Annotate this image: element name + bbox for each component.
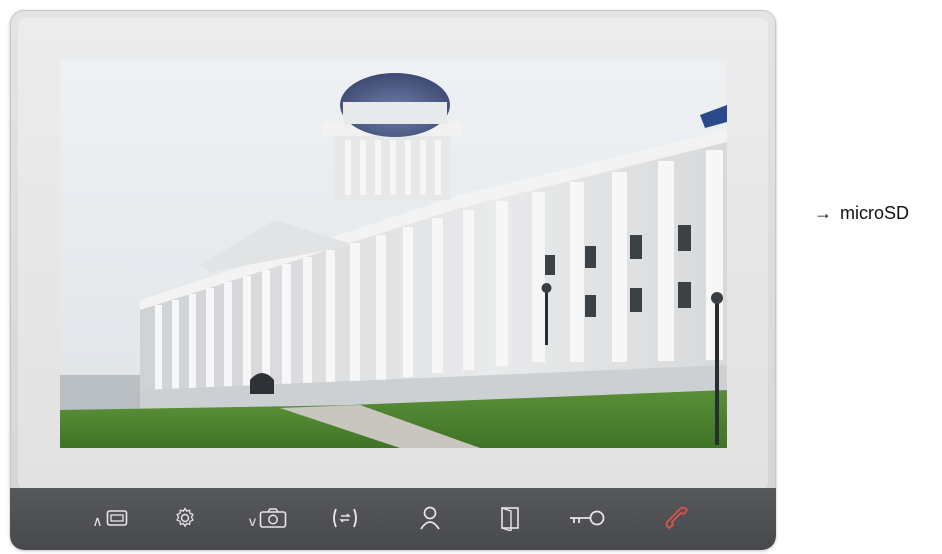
person-icon — [420, 506, 440, 530]
monitor-up-button[interactable]: ∧ — [88, 502, 132, 534]
camera-feed-screen — [60, 60, 727, 448]
gear-icon — [176, 507, 194, 528]
caret-down-label: v — [249, 513, 256, 529]
microsd-text: microSD — [840, 203, 910, 223]
camera-icon — [259, 508, 287, 528]
caret-up-label: ∧ — [92, 512, 103, 529]
key-icon — [570, 510, 605, 526]
door-icon — [501, 507, 519, 531]
handset-icon — [665, 506, 689, 530]
intercom-button[interactable] — [328, 502, 362, 534]
monitor-icon — [106, 510, 127, 526]
hang-up-button[interactable] — [660, 502, 694, 534]
arrow-right-icon: → — [814, 203, 832, 223]
settings-button[interactable] — [170, 502, 200, 534]
camera-feed-image — [60, 60, 727, 448]
door-button[interactable] — [496, 502, 524, 534]
video-intercom-monitor: ∧ v — [10, 10, 776, 550]
microsd-slot-label: → microSD — [814, 203, 909, 224]
intercom-icon — [333, 508, 357, 528]
snapshot-down-button[interactable]: v — [242, 502, 294, 534]
unlock-button[interactable] — [566, 502, 608, 534]
control-strip: ∧ v — [10, 488, 776, 550]
contacts-button[interactable] — [416, 502, 444, 534]
